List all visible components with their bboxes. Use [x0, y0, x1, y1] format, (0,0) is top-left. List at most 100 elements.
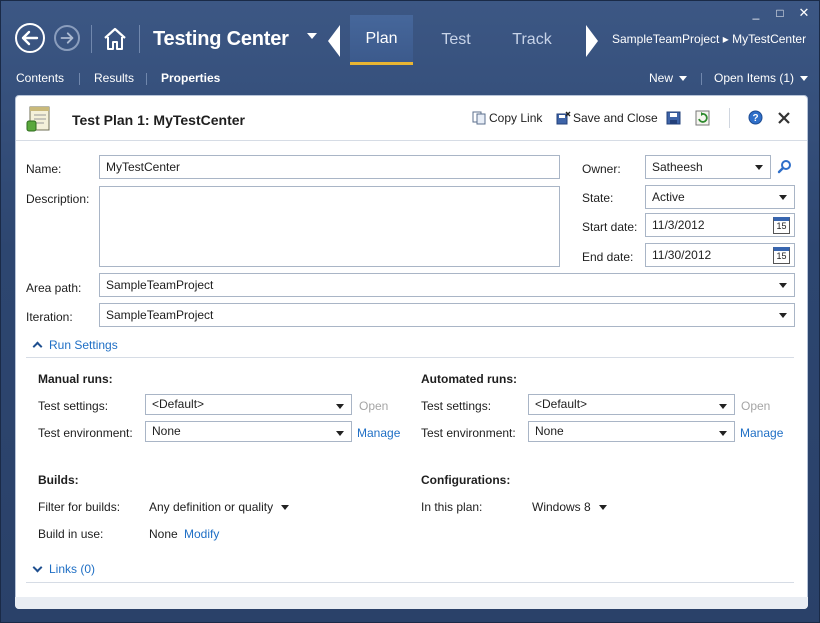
close-icon[interactable]: [778, 112, 790, 124]
calendar-icon[interactable]: 15: [773, 247, 790, 264]
copy-link-button[interactable]: Copy Link: [472, 111, 542, 125]
end-date-value: 11/30/2012: [652, 248, 712, 262]
run-settings-expander[interactable]: Run Settings: [32, 338, 118, 352]
manual-open-link[interactable]: Open: [359, 399, 388, 413]
home-icon[interactable]: [102, 26, 128, 52]
nav-left-arrow-icon[interactable]: [328, 25, 340, 57]
maximize-button[interactable]: □: [769, 4, 791, 21]
name-label: Name:: [26, 162, 62, 176]
open-items-menu[interactable]: Open Items (1): [714, 71, 809, 85]
app-window: _ □ ✕ Testing Center Plan Test Track Sam…: [0, 0, 820, 623]
links-label: Links (0): [49, 562, 96, 576]
chevron-down-icon: [800, 76, 809, 82]
save-icon[interactable]: [666, 111, 681, 125]
automated-test-environment-select[interactable]: None: [528, 421, 735, 442]
state-label: State:: [582, 191, 614, 205]
window-close-button[interactable]: ✕: [793, 4, 815, 21]
subnav-results[interactable]: Results: [94, 71, 134, 85]
build-in-use-value: None: [149, 527, 178, 541]
automated-manage-link[interactable]: Manage: [740, 426, 783, 440]
refresh-icon[interactable]: [695, 110, 710, 126]
chevron-down-icon: [32, 562, 43, 573]
area-path-select[interactable]: SampleTeamProject: [99, 273, 795, 297]
manual-test-settings-select[interactable]: <Default>: [145, 394, 352, 415]
calendar-icon[interactable]: 15: [773, 217, 790, 234]
help-icon[interactable]: ?: [748, 110, 763, 125]
open-items-label: Open Items (1): [714, 71, 795, 85]
new-menu[interactable]: New: [649, 71, 688, 85]
automated-test-settings-select[interactable]: <Default>: [528, 394, 735, 415]
breadcrumb[interactable]: SampleTeamProject ▸ MyTestCenter: [612, 32, 806, 46]
owner-select[interactable]: Satheesh: [645, 155, 771, 179]
nav-right-arrow-icon[interactable]: [586, 25, 598, 57]
toolbar-divider: [729, 108, 730, 128]
automated-runs-heading: Automated runs:: [421, 372, 517, 386]
owner-label: Owner:: [582, 162, 621, 176]
subnav-contents[interactable]: Contents: [16, 71, 64, 85]
app-title: Testing Center: [153, 28, 289, 50]
automated-open-link[interactable]: Open: [741, 399, 770, 413]
in-this-plan-label: In this plan:: [421, 500, 483, 514]
links-expander[interactable]: Links (0): [32, 562, 96, 576]
start-date-input[interactable]: 11/3/2012 15: [645, 213, 795, 237]
chevron-down-icon: [679, 76, 688, 82]
manual-manage-link[interactable]: Manage: [357, 426, 400, 440]
tab-plan[interactable]: Plan: [350, 15, 413, 65]
filter-for-builds-value: Any definition or quality: [149, 500, 274, 514]
end-date-input[interactable]: 11/30/2012 15: [645, 243, 795, 267]
start-date-value: 11/3/2012: [652, 218, 705, 232]
automated-test-settings-label: Test settings:: [421, 399, 492, 413]
minimize-button[interactable]: _: [745, 4, 767, 21]
panel-footer: [15, 597, 808, 609]
save-and-close-button[interactable]: Save and Close: [556, 111, 658, 125]
description-label: Description:: [26, 192, 90, 206]
chevron-up-icon: [32, 341, 43, 352]
chevron-down-icon: [598, 504, 607, 510]
forward-button[interactable]: [54, 25, 80, 51]
subnav-divider: [701, 73, 702, 85]
chevron-down-icon[interactable]: [307, 33, 317, 39]
header-divider: [139, 25, 140, 53]
configurations-value: Windows 8: [532, 500, 591, 514]
save-and-close-label: Save and Close: [573, 111, 658, 125]
builds-heading: Builds:: [38, 473, 79, 487]
subnav-properties[interactable]: Properties: [161, 71, 220, 85]
window-controls: _ □ ✕: [745, 4, 815, 21]
svg-text:?: ?: [752, 113, 758, 124]
filter-for-builds-dropdown[interactable]: Any definition or quality: [149, 500, 290, 514]
save-close-icon: [556, 111, 571, 125]
build-in-use-label: Build in use:: [38, 527, 104, 541]
arrow-left-icon: [21, 30, 39, 46]
test-plan-panel: Test Plan 1: MyTestCenter Copy Link Save…: [15, 95, 808, 609]
iteration-select[interactable]: SampleTeamProject: [99, 303, 795, 327]
run-settings-label: Run Settings: [49, 338, 118, 352]
search-icon[interactable]: [777, 159, 792, 174]
new-menu-label: New: [649, 71, 674, 85]
end-date-label: End date:: [582, 250, 634, 264]
manual-runs-heading: Manual runs:: [38, 372, 113, 386]
subnav-divider: [79, 73, 80, 85]
description-textarea[interactable]: [99, 186, 560, 267]
copy-link-icon: [472, 111, 486, 125]
manual-test-environment-select[interactable]: None: [145, 421, 352, 442]
copy-link-label: Copy Link: [489, 111, 543, 125]
tab-track[interactable]: Track: [501, 15, 563, 65]
iteration-label: Iteration:: [26, 310, 73, 324]
area-path-label: Area path:: [26, 281, 82, 295]
tab-test[interactable]: Test: [426, 15, 486, 65]
subnav-divider: [146, 73, 147, 85]
configurations-dropdown[interactable]: Windows 8: [532, 500, 607, 514]
automated-test-environment-label: Test environment:: [421, 426, 516, 440]
run-settings-divider: [26, 357, 794, 358]
test-plan-icon: [26, 106, 50, 132]
sub-navigation: Contents Results Properties New Open Ite…: [1, 67, 820, 89]
manual-test-environment-label: Test environment:: [38, 426, 133, 440]
back-button[interactable]: [15, 23, 45, 53]
start-date-label: Start date:: [582, 220, 638, 234]
state-select[interactable]: Active: [645, 185, 795, 209]
name-input[interactable]: MyTestCenter: [99, 155, 560, 179]
links-divider: [26, 582, 794, 583]
panel-header-divider: [16, 140, 807, 141]
modify-build-link[interactable]: Modify: [184, 527, 219, 541]
panel-title: Test Plan 1: MyTestCenter: [72, 112, 245, 128]
